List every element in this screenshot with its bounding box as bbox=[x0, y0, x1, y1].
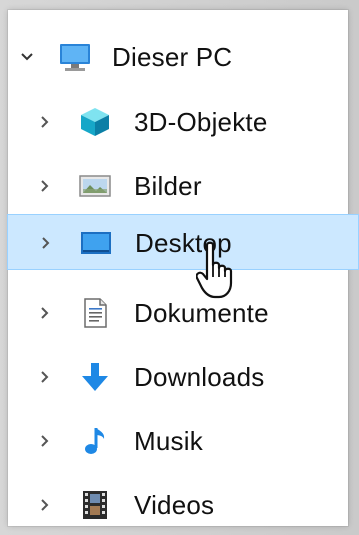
chevron-right-icon[interactable] bbox=[36, 304, 54, 322]
tree-item-label: Musik bbox=[134, 426, 203, 456]
music-icon bbox=[78, 425, 112, 457]
documents-icon bbox=[78, 297, 112, 329]
tree-item-downloads[interactable]: Downloads bbox=[8, 349, 359, 405]
chevron-right-icon[interactable] bbox=[36, 432, 54, 450]
tree-item-label: Dieser PC bbox=[112, 42, 233, 72]
tree-item-label: Desktop bbox=[135, 228, 232, 258]
tree-item-desktop[interactable]: Desktop bbox=[7, 214, 359, 270]
tree-item-music[interactable]: Musik bbox=[8, 413, 359, 469]
pictures-icon bbox=[78, 170, 112, 202]
chevron-right-icon[interactable] bbox=[36, 368, 54, 386]
chevron-right-icon[interactable] bbox=[36, 177, 54, 195]
tree-item-label: 3D-Objekte bbox=[134, 107, 268, 137]
tree-item-label: Dokumente bbox=[134, 298, 269, 328]
tree-item-3d-objects[interactable]: 3D-Objekte bbox=[8, 94, 359, 150]
tree-item-label: Videos bbox=[134, 490, 215, 520]
desktop-icon bbox=[79, 227, 113, 259]
tree-item-documents[interactable]: Dokumente bbox=[8, 285, 359, 341]
downloads-icon bbox=[78, 361, 112, 393]
chevron-right-icon[interactable] bbox=[37, 234, 55, 252]
videos-icon bbox=[78, 489, 112, 521]
tree-item-videos[interactable]: Videos bbox=[8, 477, 359, 533]
navigation-pane: Dieser PC 3D-Objekte Bilder Desktop Doku… bbox=[7, 10, 359, 526]
tree-item-label: Bilder bbox=[134, 171, 202, 201]
tree-item-pictures[interactable]: Bilder bbox=[8, 158, 359, 214]
chevron-right-icon[interactable] bbox=[36, 113, 54, 131]
this-pc-icon bbox=[58, 41, 92, 73]
3d-objects-icon bbox=[78, 106, 112, 138]
chevron-down-icon[interactable] bbox=[18, 48, 36, 66]
tree-item-label: Downloads bbox=[134, 362, 265, 392]
screenshot-page: Dieser PC 3D-Objekte Bilder Desktop Doku… bbox=[0, 0, 359, 535]
tree-item-this-pc[interactable]: Dieser PC bbox=[8, 29, 359, 85]
chevron-right-icon[interactable] bbox=[36, 496, 54, 514]
